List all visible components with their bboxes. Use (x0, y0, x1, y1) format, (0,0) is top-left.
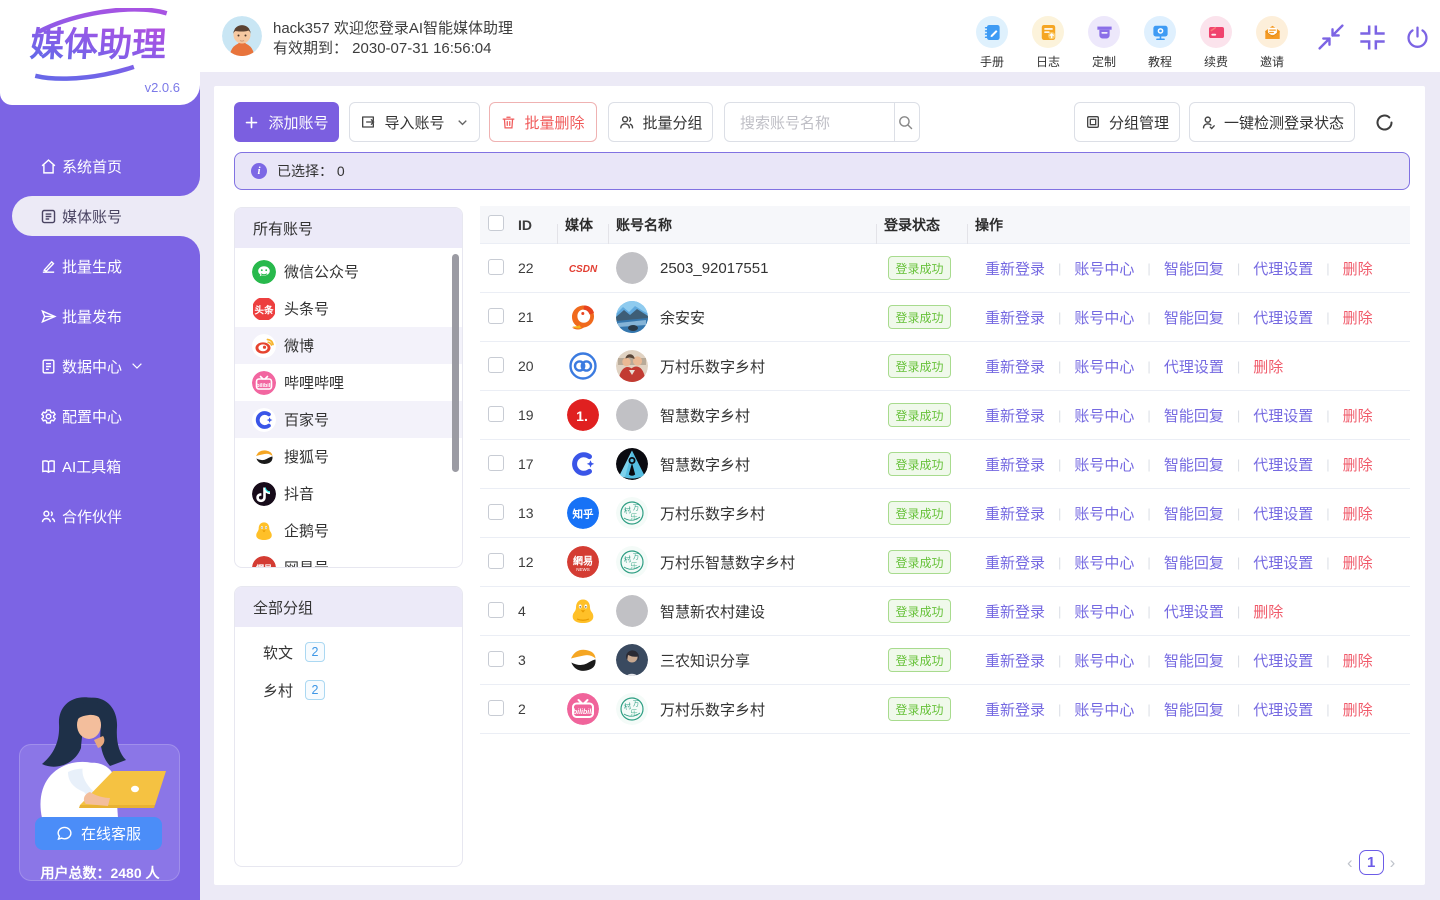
svg-text:bilibili: bilibili (256, 382, 272, 388)
svg-text:媒体助理: 媒体助理 (29, 26, 168, 64)
svg-text:網易: 網易 (256, 563, 272, 569)
svg-text:头条: 头条 (254, 304, 274, 316)
